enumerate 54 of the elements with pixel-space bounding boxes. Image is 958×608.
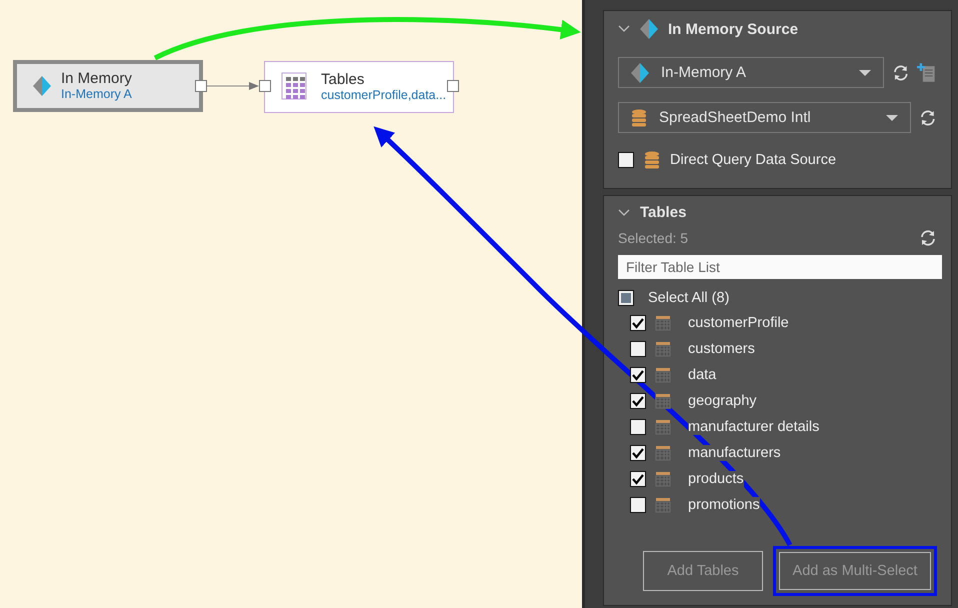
table-name: products	[688, 471, 744, 487]
table-icon	[655, 445, 671, 461]
add-server-icon[interactable]	[917, 62, 938, 82]
node-subtitle: customerProfile,data...	[321, 88, 446, 103]
select-all-label: Select All (8)	[648, 290, 730, 306]
table-icon	[655, 341, 671, 357]
checkbox[interactable]	[630, 315, 646, 331]
diamond-icon	[631, 62, 649, 82]
checkbox[interactable]	[630, 367, 646, 383]
refresh-icon[interactable]	[919, 108, 937, 126]
section-title: Tables	[640, 204, 686, 221]
output-port[interactable]	[447, 80, 459, 92]
node-title: Tables	[321, 71, 366, 88]
checkbox-label: Direct Query Data Source	[670, 152, 836, 168]
node-title: In Memory	[61, 70, 132, 87]
table-icon	[655, 497, 671, 513]
table-icon	[655, 393, 671, 409]
flow-node[interactable]: Tables customerProfile,data...	[264, 61, 454, 113]
chevron-icon[interactable]	[618, 208, 630, 216]
chevron-icon[interactable]	[618, 25, 630, 33]
table-name: manufacturers	[688, 445, 781, 461]
caret-icon	[886, 114, 898, 120]
checkbox[interactable]	[630, 497, 646, 513]
connector-arrow	[207, 81, 259, 91]
selected-count: Selected: 5	[618, 230, 688, 246]
database-icon	[631, 108, 647, 126]
output-port[interactable]	[195, 80, 207, 92]
table-name: promotions	[688, 497, 760, 513]
database-dropdown[interactable]: SpreadSheetDemo Intl	[618, 102, 912, 133]
table-name: manufacturer details	[688, 419, 820, 435]
checkbox[interactable]	[618, 152, 634, 168]
input-port[interactable]	[259, 80, 271, 92]
section-title: In Memory Source	[668, 20, 798, 38]
diamond-icon	[640, 19, 658, 39]
table-icon	[655, 471, 671, 487]
refresh-icon[interactable]	[892, 64, 910, 82]
database-icon	[644, 151, 660, 169]
table-icon	[655, 367, 671, 383]
checkbox[interactable]	[630, 445, 646, 461]
refresh-icon[interactable]	[919, 229, 937, 247]
table-icon	[655, 419, 671, 435]
checkbox[interactable]	[630, 471, 646, 487]
connection-dropdown[interactable]: In-Memory A	[618, 57, 884, 88]
table-icon	[655, 315, 671, 331]
table-name: geography	[688, 393, 757, 409]
checkbox[interactable]	[630, 419, 646, 435]
caret-icon	[858, 70, 871, 76]
checkbox[interactable]	[630, 341, 646, 357]
checkbox[interactable]	[618, 290, 634, 306]
checkbox[interactable]	[630, 393, 646, 409]
diamond-icon	[33, 76, 51, 96]
flow-node[interactable]: In Memory In-Memory A	[13, 60, 203, 112]
node-subtitle: In-Memory A	[61, 87, 132, 102]
filter-field[interactable]: Filter Table List	[618, 255, 942, 279]
